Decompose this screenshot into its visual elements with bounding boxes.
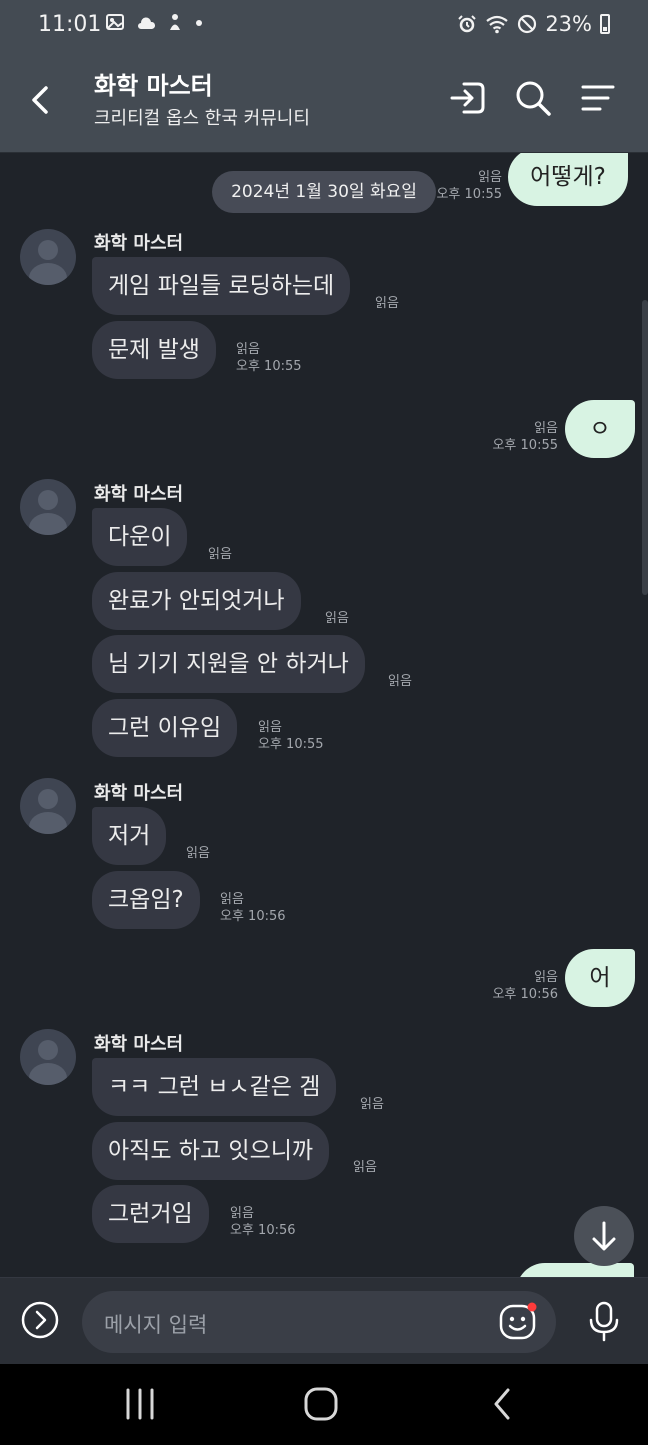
message-meta: 읽음 오후 10:55: [236, 341, 302, 375]
message-meta: 읽음 오후 10:56: [220, 891, 286, 925]
alarm-icon: [458, 15, 477, 33]
menu-icon[interactable]: [578, 78, 618, 118]
message-meta: 읽음 오후 10:56: [230, 1205, 296, 1239]
emoji-icon[interactable]: [498, 1301, 538, 1341]
read-receipt: 읽음: [353, 1160, 377, 1175]
home-icon[interactable]: [299, 1384, 343, 1424]
back-arrow-icon[interactable]: [24, 80, 60, 120]
avatar[interactable]: [20, 778, 76, 834]
back-nav-icon[interactable]: [481, 1384, 525, 1424]
message-time: 오후 10:55: [436, 187, 502, 202]
arrow-down-icon: [592, 1221, 616, 1251]
battery-icon: [600, 14, 610, 34]
incoming-message[interactable]: ㅋㅋ 그런 ㅂㅅ같은 겜: [92, 1058, 337, 1116]
recent-apps-icon[interactable]: [118, 1384, 162, 1424]
incoming-message[interactable]: 그런 이유임: [92, 699, 238, 757]
sender-name: 화학 마스터: [94, 1034, 184, 1055]
message-meta: 읽음 오후 10:55: [258, 719, 324, 753]
chat-title[interactable]: 화학 마스터: [94, 66, 213, 101]
search-icon[interactable]: [513, 78, 553, 118]
notification-icons: [106, 13, 203, 36]
read-receipt: 읽음: [208, 547, 232, 562]
microphone-icon[interactable]: [586, 1300, 622, 1342]
read-receipt: 읽음: [534, 421, 558, 436]
enter-icon[interactable]: [448, 78, 488, 118]
incoming-message[interactable]: 아직도 하고 잇으니까: [92, 1122, 330, 1180]
battery-percent: 23%: [545, 12, 592, 36]
system-navigation-bar: [0, 1364, 648, 1445]
read-receipt: 읽음: [230, 1206, 254, 1221]
message-time: 오후 10:55: [236, 359, 302, 374]
scroll-to-bottom-button[interactable]: [574, 1206, 634, 1266]
read-receipt: 읽음: [186, 846, 210, 861]
scrollbar[interactable]: [642, 300, 648, 595]
message-list[interactable]: 어떻게? 읽음 오후 10:55 2024년 1월 30일 화요일 화학 마스터…: [0, 153, 648, 1277]
incoming-message[interactable]: 님 기기 지원을 안 하거나: [92, 635, 365, 693]
wifi-icon: [486, 15, 508, 34]
status-right: 23%: [457, 12, 610, 36]
read-receipt: 읽음: [325, 611, 349, 626]
status-time: 11:01: [38, 12, 102, 37]
incoming-message[interactable]: 완료가 안되엇거나: [92, 572, 301, 630]
outgoing-message[interactable]: 어떻게?: [508, 153, 628, 206]
read-receipt: 읽음: [236, 342, 260, 357]
incoming-message[interactable]: 그런거임: [92, 1185, 209, 1243]
chat-header: 화학 마스터 크리티컬 옵스 한국 커뮤니티: [0, 52, 648, 153]
message-meta: 읽음 오후 10:55: [492, 420, 558, 454]
gallery-icon: [106, 14, 124, 30]
message-input-bar: 메시지 입력: [0, 1277, 648, 1365]
dot-icon: [196, 20, 203, 26]
incoming-message[interactable]: 저거: [92, 807, 167, 865]
incoming-message[interactable]: 크옵임?: [92, 871, 200, 929]
read-receipt: 읽음: [258, 720, 282, 735]
read-receipt: 읽음: [375, 296, 399, 311]
message-time: 오후 10:56: [220, 909, 286, 924]
read-receipt: 읽음: [220, 892, 244, 907]
outgoing-message[interactable]: ㅇ: [565, 400, 635, 458]
expand-chevron-icon[interactable]: [20, 1300, 60, 1340]
sender-name: 화학 마스터: [94, 484, 184, 505]
message-time: 오후 10:55: [492, 438, 558, 453]
sender-name: 화학 마스터: [94, 233, 184, 254]
do-not-disturb-icon: [518, 14, 537, 34]
message-meta: 읽음 오후 10:55: [436, 169, 502, 203]
cloud-icon: [137, 17, 155, 29]
message-time: 오후 10:55: [258, 737, 324, 752]
incoming-message[interactable]: 게임 파일들 로딩하는데: [92, 257, 351, 315]
message-meta: 읽음 오후 10:56: [492, 969, 558, 1003]
message-time: 오후 10:56: [492, 987, 558, 1002]
outgoing-message[interactable]: 어: [565, 949, 635, 1007]
incoming-message[interactable]: 다운이: [92, 508, 188, 566]
avatar[interactable]: [20, 229, 76, 285]
input-placeholder: 메시지 입력: [104, 1313, 208, 1337]
incoming-message[interactable]: 문제 발생: [92, 321, 216, 379]
read-receipt: 읽음: [360, 1097, 384, 1112]
read-receipt: 읽음: [388, 674, 412, 689]
status-bar: 11:01 23%: [0, 0, 648, 52]
read-receipt: 읽음: [478, 170, 502, 185]
message-input[interactable]: 메시지 입력: [82, 1291, 556, 1353]
date-divider: 2024년 1월 30일 화요일: [212, 171, 436, 213]
app-notification-icon: [170, 14, 181, 30]
avatar[interactable]: [20, 1029, 76, 1085]
sender-name: 화학 마스터: [94, 783, 184, 804]
chat-subtitle[interactable]: 크리티컬 옵스 한국 커뮤니티: [94, 104, 310, 130]
read-receipt: 읽음: [534, 970, 558, 985]
avatar[interactable]: [20, 479, 76, 535]
message-time: 오후 10:56: [230, 1223, 296, 1238]
